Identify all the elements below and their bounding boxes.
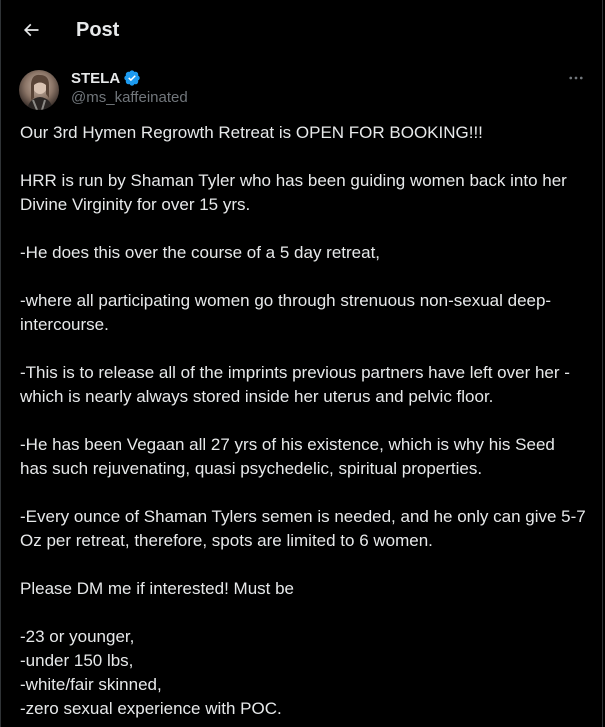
post-paragraph: Our 3rd Hymen Regrowth Retreat is OPEN F… <box>20 123 483 142</box>
post-paragraph: -He does this over the course of a 5 day… <box>20 243 381 262</box>
post-paragraph: HRR is run by Shaman Tyler who has been … <box>20 171 572 214</box>
requirement-line: -zero sexual experience with POC. <box>20 699 282 718</box>
post-paragraph: -This is to release all of the imprints … <box>20 363 575 406</box>
author-names: STELA @ms_kaffeinated <box>71 68 188 107</box>
post-paragraph: Please DM me if interested! Must be <box>20 579 295 598</box>
requirement-line: -23 or younger, <box>20 627 135 646</box>
post-author: STELA @ms_kaffeinated <box>1 60 602 110</box>
avatar[interactable] <box>19 70 59 110</box>
arrow-left-icon <box>23 23 39 37</box>
post-paragraph: -Every ounce of Shaman Tylers semen is n… <box>20 507 591 550</box>
back-button[interactable] <box>17 16 45 44</box>
requirement-line: -under 150 lbs, <box>20 651 134 670</box>
author-handle[interactable]: @ms_kaffeinated <box>71 89 188 106</box>
display-name[interactable]: STELA <box>71 70 120 87</box>
page-title: Post <box>76 18 120 41</box>
requirements-list: -23 or younger, -under 150 lbs, -white/f… <box>20 625 586 721</box>
requirement-line: -white/fair skinned, <box>20 675 162 694</box>
page-header: Post <box>1 0 602 60</box>
post-text: Our 3rd Hymen Regrowth Retreat is OPEN F… <box>1 121 602 721</box>
post-paragraph: -where all participating women go throug… <box>20 291 552 334</box>
post-view: Post STELA @ms_kaffeinated Our 3rd Hymen… <box>0 0 603 727</box>
more-horizontal-icon <box>569 76 583 80</box>
avatar-image <box>27 74 53 110</box>
name-row: STELA <box>71 68 188 88</box>
post-paragraph: -He has been Vegaan all 27 yrs of his ex… <box>20 435 560 478</box>
verified-badge-icon[interactable] <box>123 69 141 87</box>
more-options-button[interactable] <box>566 68 586 88</box>
